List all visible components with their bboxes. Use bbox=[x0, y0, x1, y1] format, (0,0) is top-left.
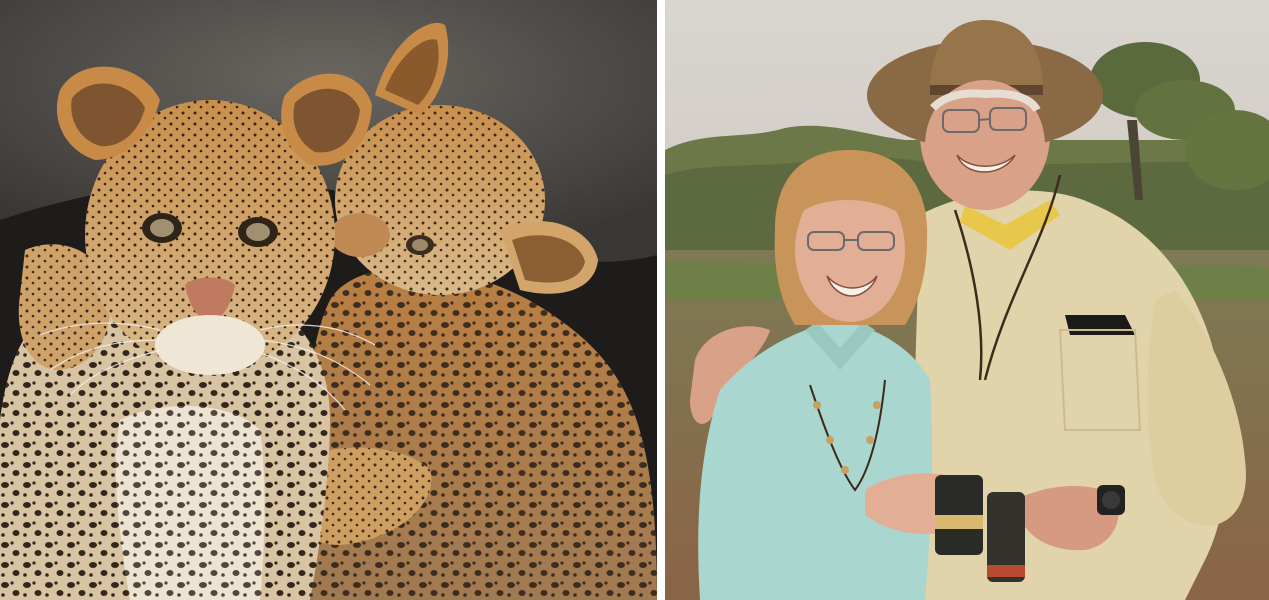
right-cub-muzzle bbox=[330, 213, 390, 257]
divider bbox=[657, 0, 665, 600]
left-cub-muzzle bbox=[155, 315, 265, 375]
man-pocket-pen bbox=[1065, 315, 1135, 335]
leopard-cubs-illustration bbox=[0, 0, 657, 600]
couple-on-safari-photo bbox=[665, 0, 1269, 600]
photo-collage bbox=[0, 0, 1269, 600]
leopard-cubs-photo bbox=[0, 0, 657, 600]
couple-illustration bbox=[665, 0, 1269, 600]
